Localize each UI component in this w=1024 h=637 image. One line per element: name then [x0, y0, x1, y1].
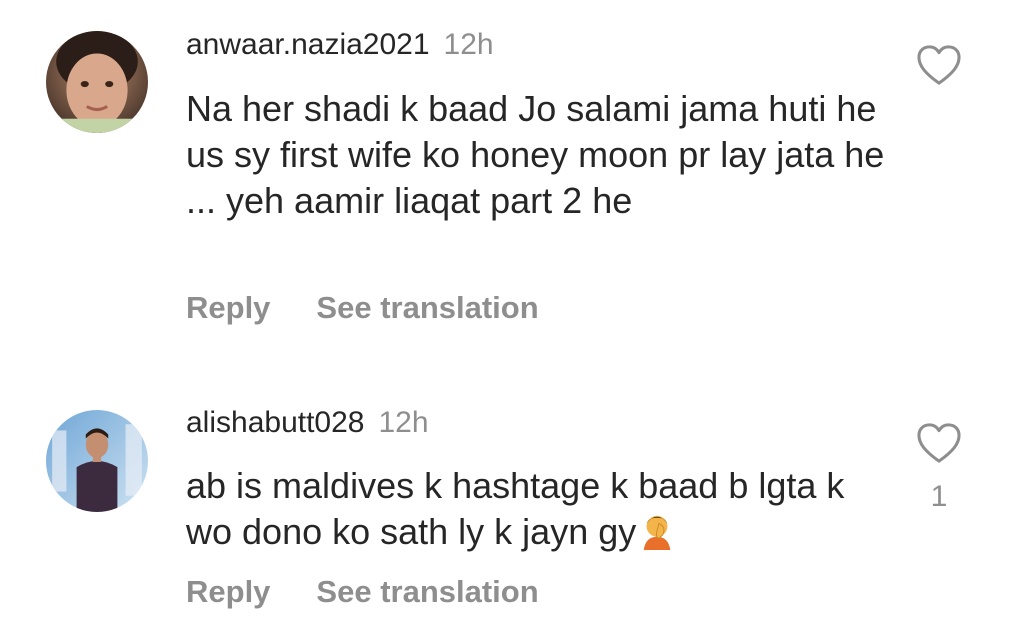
see-translation-button[interactable]: See translation: [316, 574, 538, 610]
child-portrait-icon: [46, 31, 148, 133]
avatar[interactable]: [46, 410, 148, 512]
man-portrait-icon: [46, 410, 148, 512]
timestamp: 12h: [443, 28, 494, 61]
comment-actions: Reply See translation: [186, 574, 539, 610]
username[interactable]: anwaar.nazia2021: [186, 28, 430, 61]
reply-button[interactable]: Reply: [186, 574, 270, 610]
avatar[interactable]: [46, 31, 148, 133]
username[interactable]: alishabutt028: [186, 406, 364, 439]
comment-text: Na her shadi k baad Jo salami jama huti …: [186, 88, 885, 221]
heart-icon: [917, 423, 961, 463]
reply-button[interactable]: Reply: [186, 290, 270, 326]
see-translation-button[interactable]: See translation: [316, 290, 538, 326]
comment-text-body: ab is maldives k hashtage k baad b lgta …: [186, 465, 845, 552]
timestamp: 12h: [378, 406, 429, 439]
comment-meta: anwaar.nazia2021 12h: [186, 28, 494, 62]
comment-text: ab is maldives k hashtage k baad b lgta …: [186, 463, 886, 555]
like-button[interactable]: [916, 44, 962, 86]
comment-item: alishabutt028 12h ab is maldives k hashta…: [0, 380, 1024, 637]
like-count[interactable]: 1: [916, 480, 962, 514]
comment-meta: alishabutt028 12h: [186, 406, 429, 440]
comment-item: anwaar.nazia2021 12h Na her shadi k baad …: [0, 0, 1024, 360]
heart-icon: [917, 45, 961, 85]
comment-actions: Reply See translation: [186, 290, 539, 326]
person-facepalming-emoji-icon: [638, 512, 676, 550]
like-button[interactable]: [916, 422, 962, 464]
